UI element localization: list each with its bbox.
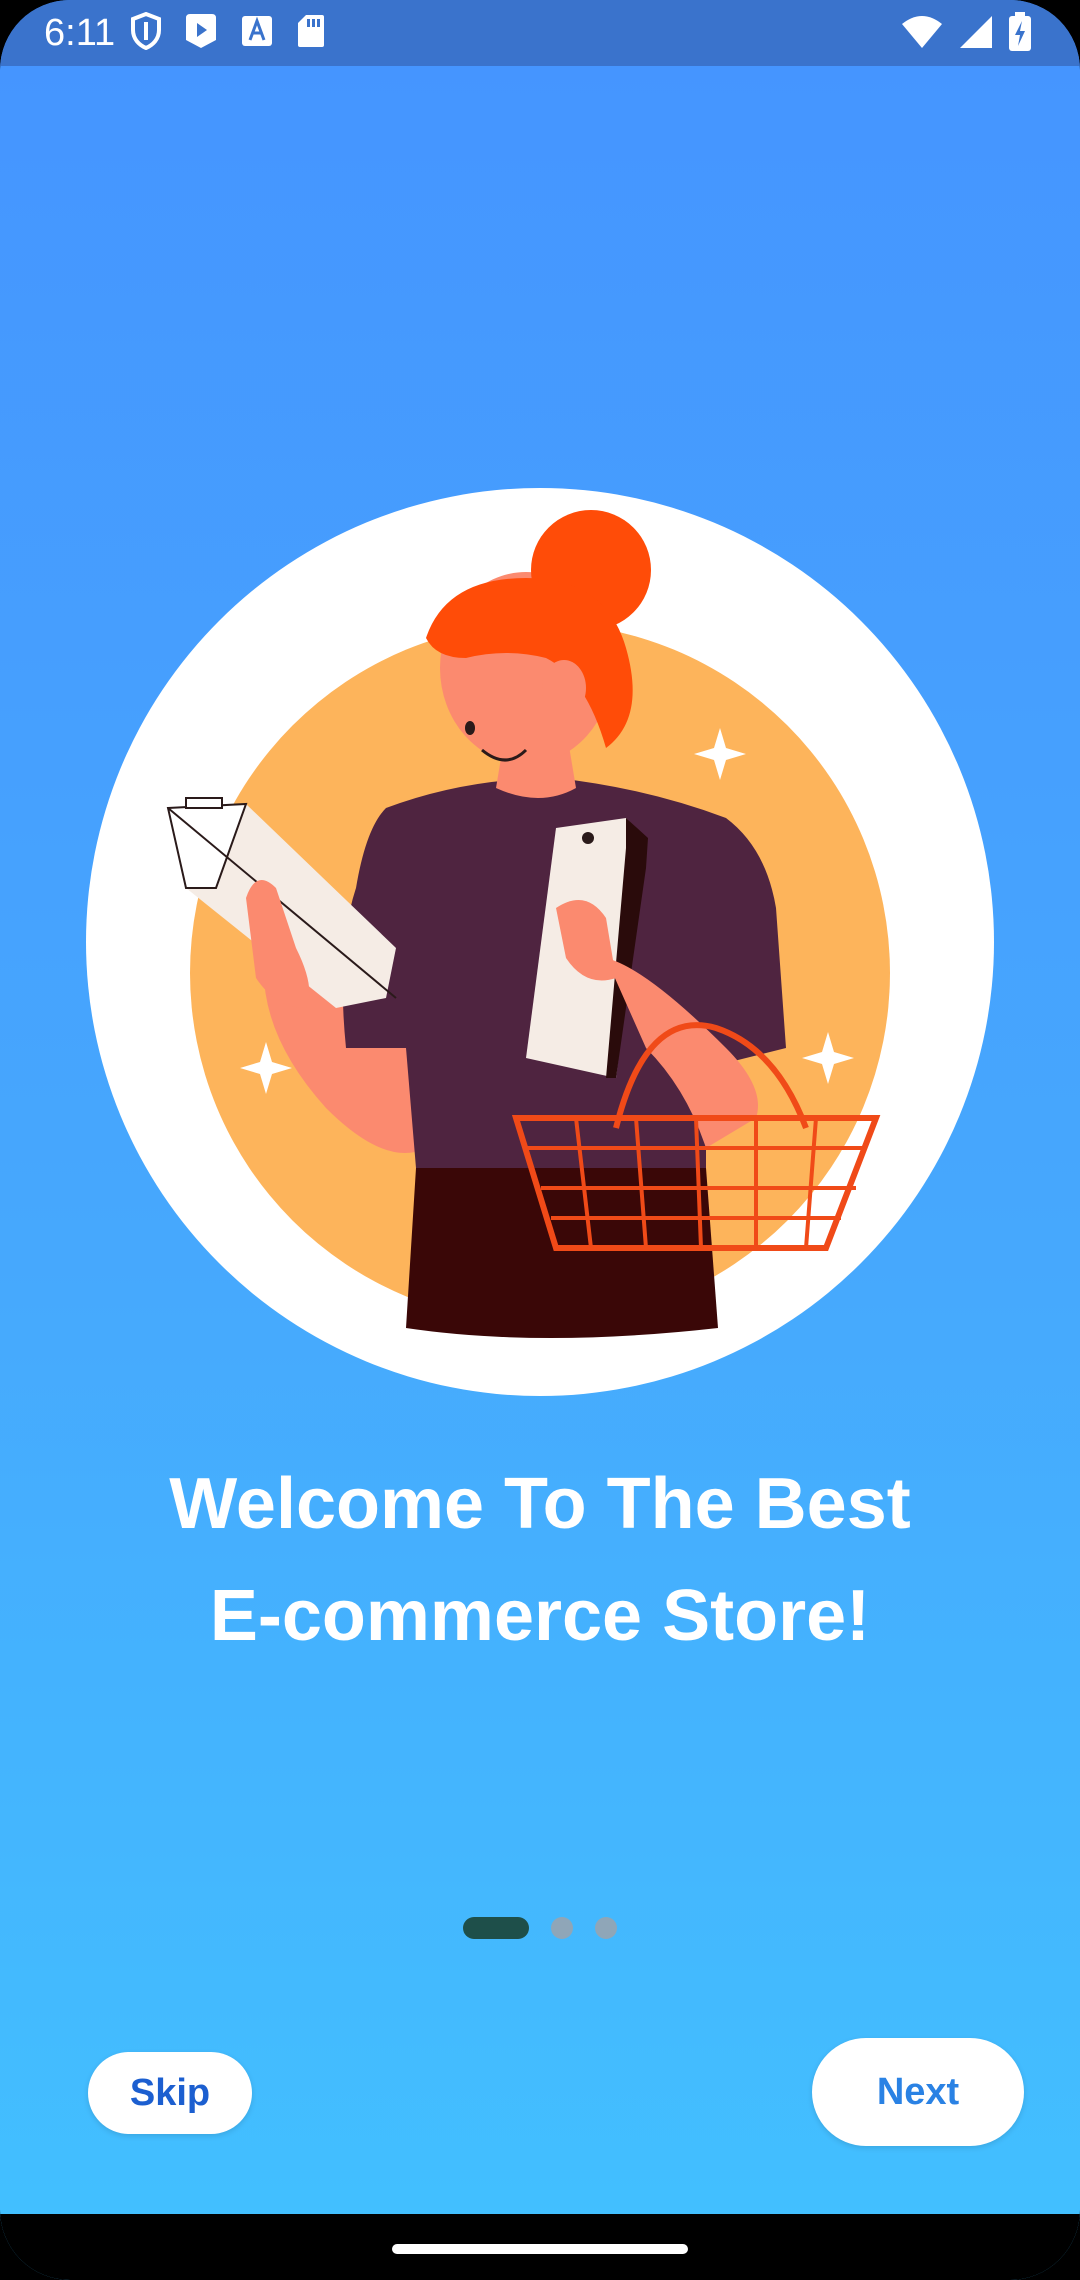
onboarding-title: Welcome To The Best E-commerce Store!: [0, 1448, 1080, 1672]
skip-button[interactable]: Skip: [88, 2052, 252, 2134]
status-left-icons: [130, 12, 326, 50]
onboarding-screen: 6:11 Welcome To The Best E-commerce Stor…: [0, 0, 1080, 2280]
sd-card-icon: [296, 13, 326, 49]
signal-icon: [958, 14, 994, 50]
wifi-icon: [900, 14, 944, 50]
shield-icon: [130, 12, 162, 50]
title-line-2: E-commerce Store!: [209, 1576, 871, 1656]
battery-charging-icon: [1008, 12, 1032, 52]
status-bar: 6:11: [0, 0, 1080, 66]
page-indicator: [0, 1916, 1080, 1940]
page-dot-active: [463, 1917, 529, 1939]
hero-illustration: [86, 488, 994, 1396]
page-dot: [595, 1917, 617, 1939]
next-button[interactable]: Next: [812, 2038, 1024, 2146]
navigation-bar: [0, 2214, 1080, 2280]
font-a-icon: [240, 14, 274, 48]
status-right-icons: [900, 12, 1032, 52]
play-store-icon: [184, 12, 218, 50]
page-dot: [551, 1917, 573, 1939]
title-line-1: Welcome To The Best: [169, 1464, 911, 1544]
home-indicator[interactable]: [392, 2244, 688, 2254]
status-time: 6:11: [44, 12, 116, 54]
woman-with-shopping-basket-illustration: [166, 510, 890, 1338]
